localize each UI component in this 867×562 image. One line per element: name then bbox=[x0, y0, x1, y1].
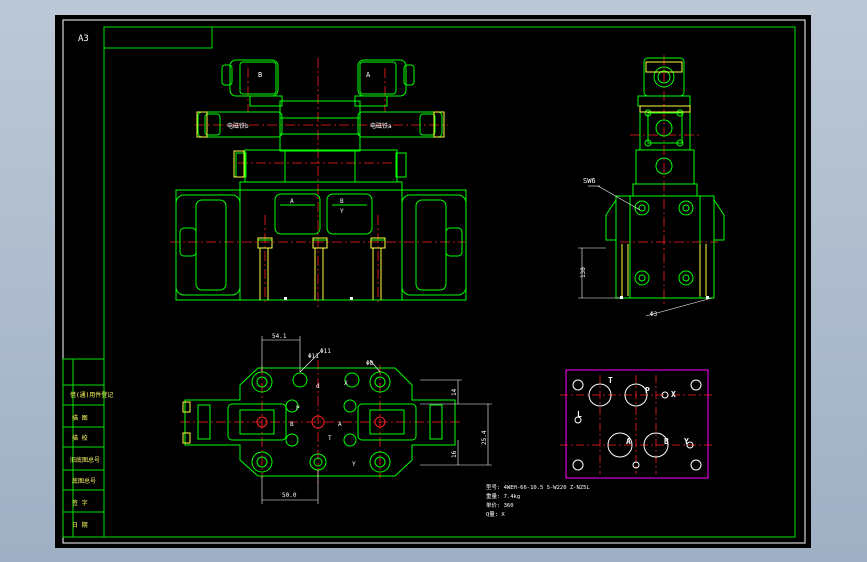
dim-top: 54.1 bbox=[272, 333, 287, 340]
title-row-1: 借(通)用件登记 bbox=[70, 391, 113, 399]
port-letter-p: P bbox=[645, 386, 650, 395]
front-port-b: B bbox=[340, 198, 344, 205]
coil-left-label: 电磁铁b bbox=[227, 122, 249, 130]
top-letter-b: B bbox=[290, 421, 294, 428]
cad-drawing-canvas: A3 借(通)用件登记 描 图 描 校 旧底图总号 底图总号 签 字 日 期 B… bbox=[55, 15, 811, 548]
top-letter-p: P bbox=[296, 405, 300, 412]
dim-right-top: 14 bbox=[451, 388, 458, 396]
top-letter-y: Y bbox=[352, 461, 356, 468]
note-line-4: Q量: X bbox=[486, 511, 505, 518]
coil-right-label: 电磁铁a bbox=[370, 122, 392, 130]
port-letter-l: L bbox=[577, 410, 582, 419]
title-row-4: 旧底图总号 bbox=[70, 456, 100, 464]
port-letter-y: Y bbox=[684, 437, 689, 446]
drawing-sheet bbox=[55, 15, 811, 548]
hole-label-2: Φ8 bbox=[366, 360, 374, 367]
title-row-3: 描 校 bbox=[72, 434, 88, 442]
dim-right-small: 16 bbox=[451, 450, 458, 458]
port-letter-b: B bbox=[664, 437, 669, 446]
port-letter-a: A bbox=[626, 437, 631, 446]
dim-right: 25.4 bbox=[481, 430, 488, 445]
title-row-7: 日 期 bbox=[72, 521, 88, 529]
hex-label: SW6 bbox=[583, 177, 596, 185]
note-line-1: 型号: 4WEH-66-10.5 S-W220 Z-NZ5L bbox=[486, 483, 590, 491]
title-row-2: 描 图 bbox=[72, 414, 88, 422]
top-letter-d: d bbox=[316, 383, 320, 390]
top-letter-t: T bbox=[328, 435, 332, 442]
note-line-3: 单价: 360 bbox=[486, 501, 514, 509]
height-dim: 130 bbox=[580, 267, 587, 278]
front-port-a: A bbox=[290, 198, 294, 205]
top-letter-a: A bbox=[338, 421, 342, 428]
solenoid-left-letter: B bbox=[258, 71, 262, 79]
port-letter-x: X bbox=[671, 390, 676, 399]
title-row-5: 底图总号 bbox=[72, 477, 96, 485]
title-row-6: 签 字 bbox=[72, 499, 88, 507]
sheet-size-label: A3 bbox=[78, 34, 89, 44]
dim-bottom: 50.0 bbox=[282, 492, 297, 499]
front-port-y: Y bbox=[340, 208, 344, 215]
hole-label-3: Φ11 bbox=[320, 348, 331, 355]
note-line-2: 重量: 7.4kg bbox=[486, 492, 520, 500]
hole-label-1: Φ11 bbox=[308, 353, 319, 360]
port-letter-t: T bbox=[608, 376, 613, 385]
top-letter-x: X bbox=[344, 380, 348, 387]
dia-label: Φ3 bbox=[650, 311, 658, 318]
